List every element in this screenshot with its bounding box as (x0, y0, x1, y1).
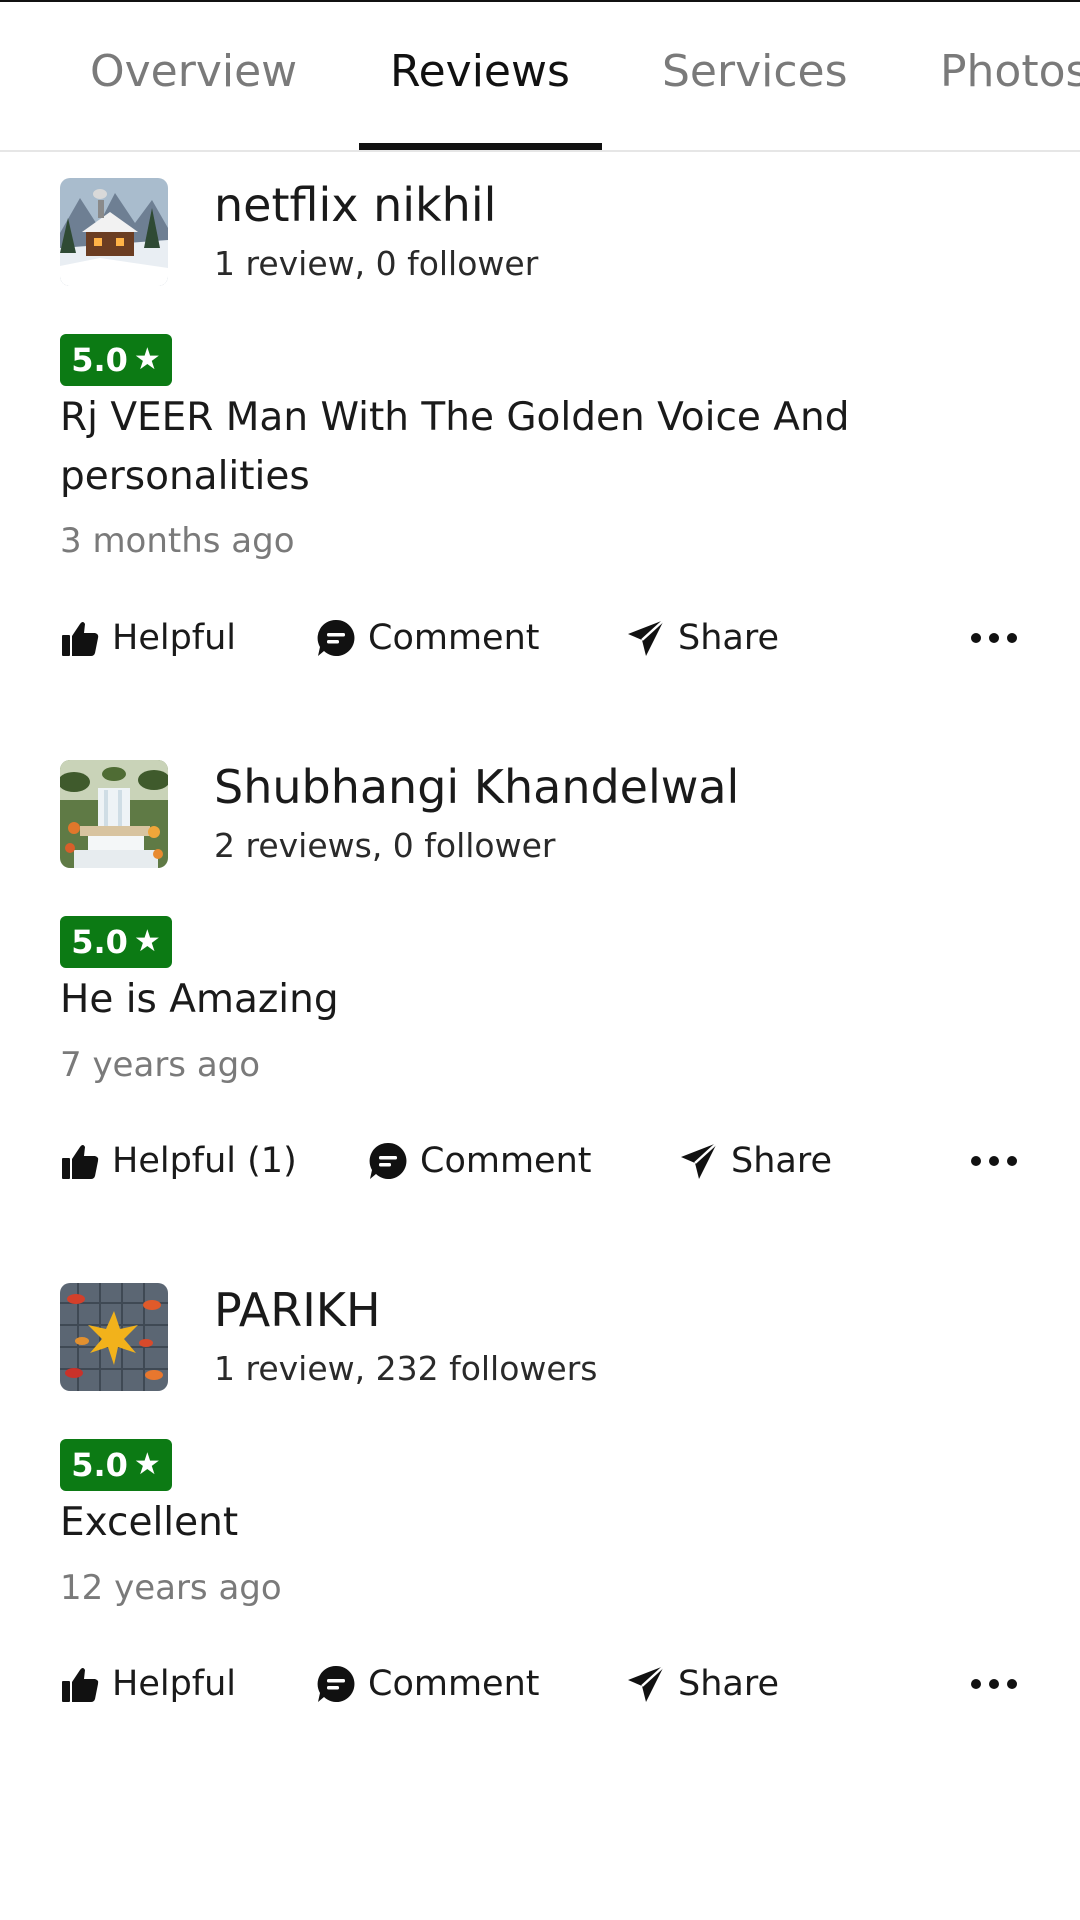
review-actions: Helpful (1) Comment Share (0, 1131, 1080, 1191)
share-label: Share (731, 1141, 833, 1181)
reviewer-avatar[interactable] (60, 178, 168, 286)
review-text: Excellent (60, 1500, 239, 1545)
share-label: Share (678, 618, 780, 658)
reviewer-avatar[interactable] (60, 1283, 168, 1391)
reviewer-name[interactable]: netflix nikhil (214, 178, 496, 232)
tab-services[interactable]: Services (662, 46, 848, 97)
send-arrow-icon (628, 1665, 665, 1702)
reviewer-stats: 2 reviews, 0 follower (214, 826, 556, 865)
helpful-label: Helpful (1) (112, 1141, 297, 1181)
comment-label: Comment (420, 1141, 592, 1181)
send-arrow-icon (628, 619, 665, 656)
comment-bubble-icon (369, 1142, 407, 1179)
tab-reviews[interactable]: Reviews (390, 46, 570, 97)
reviewer-stats: 1 review, 0 follower (214, 244, 539, 283)
star-icon: ★ (133, 342, 161, 377)
review-card: PARIKH 1 review, 232 followers 5.0 ★ Exc… (0, 1283, 1080, 1803)
rating-badge: 5.0 ★ (60, 334, 172, 386)
review-actions: Helpful Comment Share (0, 608, 1080, 668)
thumbs-up-icon (62, 1668, 99, 1702)
comment-label: Comment (368, 1664, 540, 1704)
comment-button[interactable]: Comment (316, 1654, 539, 1714)
share-button[interactable]: Share (626, 1654, 779, 1714)
comment-label: Comment (368, 618, 540, 658)
thumbs-up-icon (62, 1145, 99, 1179)
more-options-button[interactable] (966, 1654, 1022, 1714)
tab-overview[interactable]: Overview (90, 46, 297, 97)
share-button[interactable]: Share (626, 608, 779, 668)
review-actions: Helpful Comment Share (0, 1654, 1080, 1714)
comment-bubble-icon (317, 1665, 355, 1702)
reviewer-avatar[interactable] (60, 760, 168, 868)
star-icon: ★ (133, 924, 161, 959)
more-options-button[interactable] (966, 608, 1022, 668)
helpful-button[interactable]: Helpful (60, 1654, 236, 1714)
helpful-label: Helpful (112, 618, 237, 658)
rating-badge: 5.0 ★ (60, 916, 172, 968)
comment-bubble-icon (317, 619, 355, 656)
review-text: He is Amazing (60, 977, 339, 1022)
helpful-button[interactable]: Helpful (60, 608, 236, 668)
autumn-leaves-photo-icon (60, 1283, 168, 1391)
rating-value: 5.0 (71, 923, 128, 961)
reviewer-name[interactable]: PARIKH (214, 1283, 381, 1337)
star-icon: ★ (133, 1447, 161, 1482)
reviewer-name[interactable]: Shubhangi Khandelwal (214, 760, 739, 814)
more-options-button[interactable] (966, 1131, 1022, 1191)
cabin-snow-photo-icon (60, 178, 168, 286)
more-horizontal-icon (971, 1156, 1017, 1166)
send-arrow-icon (681, 1142, 718, 1179)
rating-value: 5.0 (71, 341, 128, 379)
helpful-label: Helpful (112, 1664, 237, 1704)
thumbs-up-icon (62, 622, 99, 656)
share-button[interactable]: Share (679, 1131, 832, 1191)
review-card: Shubhangi Khandelwal 2 reviews, 0 follow… (0, 760, 1080, 1280)
comment-button[interactable]: Comment (368, 1131, 591, 1191)
more-horizontal-icon (971, 1679, 1017, 1689)
more-horizontal-icon (971, 633, 1017, 643)
tab-bar: Overview Reviews Services Photos (0, 2, 1080, 152)
reviewer-stats: 1 review, 232 followers (214, 1349, 598, 1388)
review-date: 12 years ago (60, 1568, 282, 1608)
review-card: netflix nikhil 1 review, 0 follower 5.0 … (0, 178, 1080, 698)
share-label: Share (678, 1664, 780, 1704)
review-date: 7 years ago (60, 1045, 261, 1085)
rating-badge: 5.0 ★ (60, 1439, 172, 1491)
review-date: 3 months ago (60, 521, 295, 561)
tab-photos[interactable]: Photos (940, 46, 1080, 97)
rating-value: 5.0 (71, 1446, 128, 1484)
waterfall-photo-icon (60, 760, 168, 868)
review-text: Rj VEER Man With The Golden Voice And pe… (60, 395, 850, 499)
comment-button[interactable]: Comment (316, 608, 539, 668)
helpful-button[interactable]: Helpful (1) (60, 1131, 297, 1191)
active-tab-indicator (359, 143, 602, 150)
